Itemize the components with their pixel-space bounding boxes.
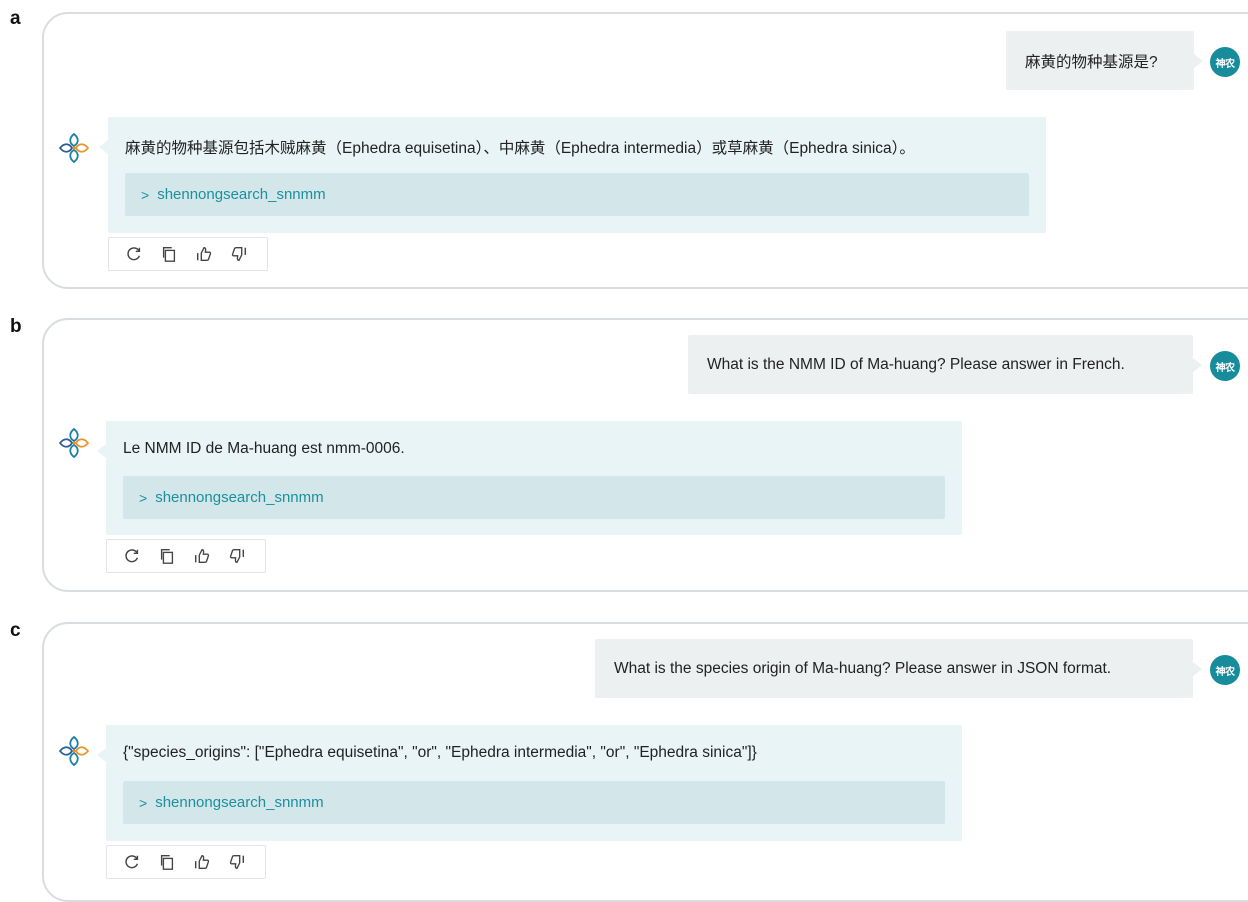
- bot-logo-icon: [58, 427, 90, 459]
- thumbs-down-icon: [231, 247, 247, 261]
- tool-call-label: shennongsearch_snnmm: [157, 186, 326, 203]
- bot-answer-text: 麻黄的物种基源包括木贼麻黄（Ephedra equisetina）、中麻黄（Ep…: [125, 140, 915, 157]
- bot-answer-text: {"species_origins": ["Ephedra equisetina…: [123, 744, 757, 761]
- user-message-text: What is the NMM ID of Ma-huang? Please a…: [707, 355, 1125, 373]
- panel-label-a: a: [10, 8, 21, 29]
- thumbs-down-icon: [229, 855, 245, 869]
- like-button[interactable]: [191, 545, 213, 567]
- refresh-icon: [125, 549, 139, 563]
- copy-button[interactable]: [158, 243, 180, 265]
- chevron-right-icon: >: [139, 489, 148, 506]
- tool-call-expander[interactable]: > shennongsearch_snnmm: [123, 476, 945, 519]
- bot-answer-text: Le NMM ID de Ma-huang est nmm-0006.: [123, 440, 405, 457]
- bot-response-bubble: {"species_origins": ["Ephedra equisetina…: [97, 725, 962, 841]
- copy-icon: [160, 549, 174, 564]
- user-avatar[interactable]: 神农: [1210, 655, 1240, 685]
- bot-logo-icon: [58, 735, 90, 767]
- refresh-icon: [125, 855, 139, 869]
- user-message-text: What is the species origin of Ma-huang? …: [614, 659, 1112, 677]
- user-message-text: 麻黄的物种基源是?: [1025, 53, 1158, 71]
- tool-call-label: shennongsearch_snnmm: [155, 489, 324, 506]
- user-avatar[interactable]: 神农: [1210, 351, 1240, 381]
- message-actions: [106, 539, 266, 573]
- copy-button[interactable]: [156, 851, 178, 873]
- tool-call-expander[interactable]: > shennongsearch_snnmm: [125, 173, 1029, 216]
- message-actions: [106, 845, 266, 879]
- thumbs-up-icon: [194, 855, 210, 869]
- thumbs-down-icon: [229, 549, 245, 563]
- dislike-button[interactable]: [228, 243, 250, 265]
- panel-label-c: c: [10, 620, 21, 641]
- bot-logo-icon: [58, 132, 90, 164]
- panel-label-b: b: [10, 316, 22, 337]
- user-avatar[interactable]: 神农: [1210, 47, 1240, 77]
- user-message-bubble: What is the NMM ID of Ma-huang? Please a…: [688, 335, 1202, 394]
- like-button[interactable]: [193, 243, 215, 265]
- chevron-right-icon: >: [141, 186, 150, 203]
- message-actions: [108, 237, 268, 271]
- thumbs-up-icon: [194, 549, 210, 563]
- copy-icon: [162, 247, 176, 262]
- copy-icon: [160, 855, 174, 870]
- regenerate-button[interactable]: [121, 851, 143, 873]
- chat-panel-c: What is the species origin of Ma-huang? …: [42, 622, 1248, 902]
- chevron-right-icon: >: [139, 794, 148, 811]
- user-message-bubble: 麻黄的物种基源是?: [1006, 31, 1203, 90]
- like-button[interactable]: [191, 851, 213, 873]
- bot-response-bubble: Le NMM ID de Ma-huang est nmm-0006. > sh…: [97, 421, 962, 535]
- bot-response-bubble: 麻黄的物种基源包括木贼麻黄（Ephedra equisetina）、中麻黄（Ep…: [99, 117, 1046, 233]
- tool-call-label: shennongsearch_snnmm: [155, 794, 324, 811]
- copy-button[interactable]: [156, 545, 178, 567]
- dislike-button[interactable]: [226, 545, 248, 567]
- dislike-button[interactable]: [226, 851, 248, 873]
- thumbs-up-icon: [196, 247, 212, 261]
- chat-panel-a: 麻黄的物种基源是? 神农 麻黄的物种基源包括木贼麻黄（Ephedra equis…: [42, 12, 1248, 289]
- regenerate-button[interactable]: [121, 545, 143, 567]
- tool-call-expander[interactable]: > shennongsearch_snnmm: [123, 781, 945, 824]
- regenerate-button[interactable]: [123, 243, 145, 265]
- chat-panel-b: What is the NMM ID of Ma-huang? Please a…: [42, 318, 1248, 592]
- refresh-icon: [127, 247, 141, 261]
- user-message-bubble: What is the species origin of Ma-huang? …: [595, 639, 1202, 698]
